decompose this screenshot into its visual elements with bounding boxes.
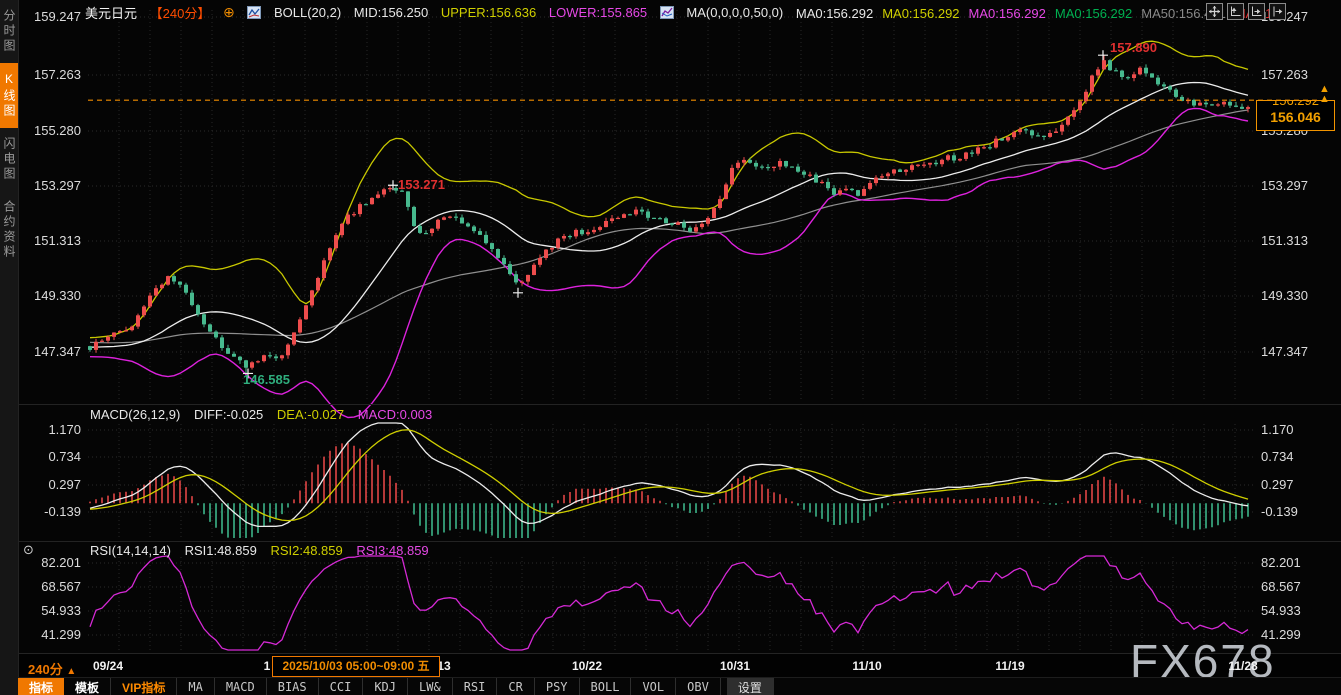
rsi3-value: RSI3:48.859 (356, 543, 428, 558)
toolbar-item-lw[interactable]: LW& (408, 678, 453, 695)
toolbar-item-bias[interactable]: BIAS (267, 678, 319, 695)
toolbar-item-obv[interactable]: OBV (676, 678, 721, 695)
price-alert-marker-icon[interactable]: ▲▲ (1319, 84, 1330, 104)
period-label: 【240分】 (150, 6, 211, 21)
toolbar-item-rsi[interactable]: RSI (453, 678, 498, 695)
timeframe-value: 240分 (28, 662, 63, 677)
macd-dea-value: DEA:-0.027 (277, 407, 344, 422)
add-compare-icon[interactable]: ⊕ (223, 4, 235, 20)
toolbar-item-cci[interactable]: CCI (319, 678, 364, 695)
high-price-label: 157.890 (1110, 40, 1157, 55)
y-axis-label-right: 0.734 (1261, 449, 1294, 464)
rsi1-value: RSI1:48.859 (185, 543, 257, 558)
y-axis-label-right: 157.263 (1261, 67, 1308, 82)
pan-right-icon[interactable] (1269, 3, 1286, 20)
x-axis-label: 09/24 (93, 659, 123, 673)
panel-divider (18, 541, 1341, 542)
sidebar-tab-flash-chart[interactable]: 闪电图 (0, 128, 18, 191)
chart-type-sidebar: 分时图 K线图 闪电图 合约资料 (0, 0, 19, 695)
panel-divider (18, 404, 1341, 405)
low-price-label: 146.585 (243, 372, 290, 387)
timeframe-selector[interactable]: 240分 ▲ (28, 659, 76, 678)
y-axis-label-right: -0.139 (1261, 504, 1298, 519)
toolbar-item-kdj[interactable]: KDJ (363, 678, 408, 695)
x-axis-label: 10/31 (720, 659, 750, 673)
chart-controls (1206, 3, 1286, 20)
trading-terminal: 分时图 K线图 闪电图 合约资料 美元日元 【240分】 ⊕ BOLL(20,2… (0, 0, 1341, 695)
y-axis-label-right: 147.347 (1261, 344, 1308, 359)
last-price-value: 156.046 (1257, 109, 1334, 125)
x-axis-label: 11/10 (852, 659, 881, 673)
y-axis-label-right: 41.299 (1261, 627, 1301, 642)
toolbar-item-psy[interactable]: PSY (535, 678, 580, 695)
rsi-label: RSI(14,14,14) (90, 543, 171, 558)
x-axis-label: 11/28 (1228, 659, 1257, 673)
boll-indicator-icon[interactable] (247, 6, 261, 19)
y-axis-label-right: 68.567 (1261, 579, 1301, 594)
hover-time-tooltip: 2025/10/03 05:00~09:00 五 (272, 656, 440, 677)
toolbar-item-[interactable]: 设置 (727, 678, 774, 695)
sidebar-tab-time-chart[interactable]: 分时图 (0, 0, 18, 63)
y-axis-label-right: 153.297 (1261, 178, 1308, 193)
y-axis-label-right: 54.933 (1261, 603, 1301, 618)
macd-diff-value: DIFF:-0.025 (194, 407, 263, 422)
macd-hist-value: MACD:0.003 (358, 407, 432, 422)
macd-panel-header: MACD(26,12,9) DIFF:-0.025 DEA:-0.027 MAC… (90, 407, 442, 422)
indicator-toolbar: 指标模板VIP指标MAMACDBIASCCIKDJLW&RSICRPSYBOLL… (18, 677, 1341, 695)
axis-zoom-out-icon[interactable] (1248, 3, 1265, 20)
boll-mid-value: MID:156.250 (354, 5, 428, 20)
toolbar-item-cr[interactable]: CR (497, 678, 534, 695)
toolbar-item-vip[interactable]: VIP指标 (111, 678, 177, 695)
x-axis-label: 1 (264, 659, 271, 673)
ma-value: MA0:156.292 (796, 6, 873, 21)
y-axis-label-right: 1.170 (1261, 422, 1294, 437)
ma-indicator-icon[interactable] (660, 6, 674, 19)
toolbar-item-ma[interactable]: MA (177, 678, 214, 695)
y-axis-label-right: 0.297 (1261, 477, 1294, 492)
toolbar-item-[interactable]: 指标 (18, 678, 64, 695)
crosshair-move-icon[interactable] (1206, 3, 1223, 20)
sidebar-tab-contract-info[interactable]: 合约资料 (0, 191, 18, 269)
toolbar-item-vol[interactable]: VOL (631, 678, 676, 695)
boll-lower-value: LOWER:155.865 (549, 5, 647, 20)
chart-canvas[interactable] (0, 0, 1341, 695)
toolbar-item-[interactable]: 模板 (64, 678, 111, 695)
x-axis-label: 10/22 (572, 659, 602, 673)
ma-label: MA(0,0,0,0,50,0) (686, 5, 783, 20)
sidebar-tab-kline-chart[interactable]: K线图 (0, 63, 18, 128)
x-axis-label: 11/19 (995, 659, 1024, 673)
macd-label: MACD(26,12,9) (90, 407, 180, 422)
ma-value: MA0:156.292 (1055, 6, 1132, 21)
axis-zoom-in-icon[interactable] (1227, 3, 1244, 20)
rsi-panel-header: RSI(14,14,14) RSI1:48.859 RSI2:48.859 RS… (90, 543, 439, 558)
boll-label: BOLL(20,2) (274, 5, 341, 20)
ma-value: MA0:156.292 (969, 6, 1046, 21)
toolbar-item-boll[interactable]: BOLL (580, 678, 632, 695)
swing-high-price-label: 153.271 (398, 177, 445, 192)
y-axis-label-right: 82.201 (1261, 555, 1301, 570)
y-axis-label-right: 149.330 (1261, 288, 1308, 303)
boll-upper-value: UPPER:156.636 (441, 5, 536, 20)
chart-header: 美元日元 【240分】 ⊕ BOLL(20,2) MID:156.250 UPP… (85, 3, 1290, 21)
symbol-name: 美元日元 (85, 6, 137, 21)
timeframe-dropdown-icon: ▲ (66, 666, 76, 677)
ma-value: MA0:156.292 (882, 6, 959, 21)
toolbar-item-macd[interactable]: MACD (215, 678, 267, 695)
rsi2-value: RSI2:48.859 (270, 543, 342, 558)
y-axis-label-right: 151.313 (1261, 233, 1308, 248)
